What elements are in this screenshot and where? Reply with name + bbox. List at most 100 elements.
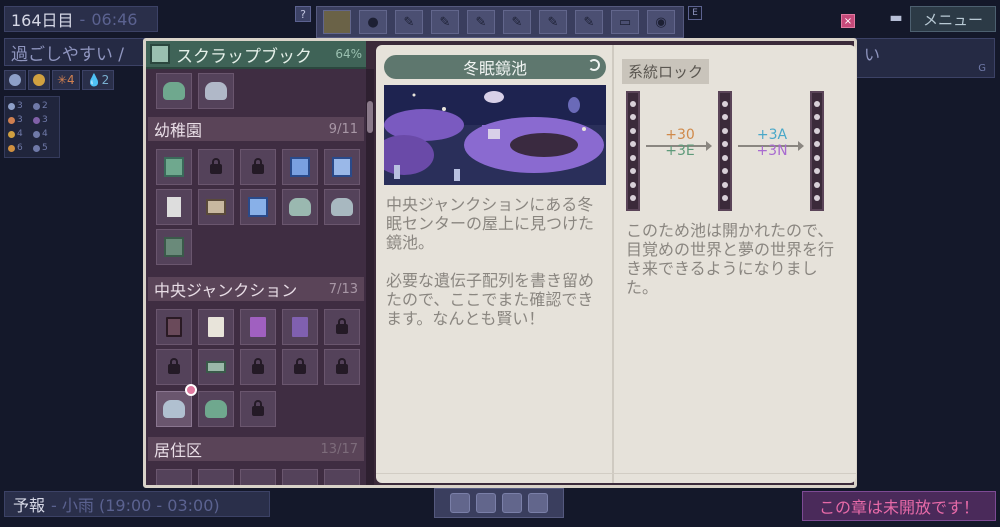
tool-slot-scythe[interactable]: ✎ — [575, 10, 603, 34]
entry-slot-frog-grey[interactable] — [198, 73, 234, 109]
entry-slot[interactable] — [198, 349, 234, 385]
category-residential[interactable]: 居住区 13/17 — [148, 437, 364, 461]
entry-slot[interactable] — [282, 189, 318, 225]
entry-slot[interactable] — [324, 189, 360, 225]
bottom-tool-4[interactable] — [528, 493, 548, 513]
gene-step-1-b: +3E — [665, 143, 695, 159]
entry-slot-locked[interactable] — [156, 349, 192, 385]
window-icon — [332, 157, 352, 177]
scrapbook-icon — [150, 44, 170, 64]
entry-slot[interactable] — [282, 149, 318, 185]
stat-water-value: 💧2 — [86, 73, 110, 87]
category-count: 9/11 — [328, 121, 358, 137]
forecast-label: 予報 — [13, 496, 46, 515]
weather-mood-banner: 過ごしやすい / — [4, 38, 164, 66]
icon-row — [156, 189, 360, 225]
stat-cold: ✳4 — [52, 70, 80, 90]
entry-slot-selected[interactable] — [156, 384, 197, 427]
entry-slot[interactable] — [198, 189, 234, 225]
right-banner-text: い — [864, 45, 881, 64]
lock-icon — [336, 318, 348, 334]
entry-slot[interactable] — [324, 149, 360, 185]
lock-icon — [294, 358, 306, 374]
sidebar-scroll-thumb[interactable] — [367, 101, 373, 133]
bottom-tool-1[interactable] — [450, 493, 470, 513]
purple-book-icon — [250, 317, 266, 337]
lineage-lock-label: 系統ロック — [622, 59, 710, 84]
e-key-hint: E — [688, 6, 702, 20]
save-icon[interactable]: ▬ — [886, 8, 906, 28]
menu-button[interactable]: メニュー — [910, 6, 996, 32]
entry-slot-locked[interactable] — [324, 349, 360, 385]
gene-sequence-start — [626, 91, 640, 211]
stat-water: 💧2 — [81, 70, 115, 90]
tool-slot-map[interactable] — [323, 10, 351, 34]
entry-slot[interactable] — [240, 309, 276, 345]
entry-slot-locked[interactable] — [282, 349, 318, 385]
lock-icon — [252, 400, 264, 416]
lock-icon — [210, 158, 222, 174]
entry-slot[interactable] — [198, 469, 234, 485]
moon-icon — [588, 59, 600, 71]
bottom-tool-3[interactable] — [502, 493, 522, 513]
mini-stat: 4 — [8, 128, 31, 140]
entry-slot-locked[interactable] — [240, 149, 276, 185]
entry-slot[interactable] — [156, 189, 192, 225]
entry-title-text: 冬眠鏡池 — [462, 59, 527, 78]
page-icon — [208, 317, 224, 337]
tool-slot-shovel[interactable]: ✎ — [395, 10, 423, 34]
snow-window-icon — [248, 197, 268, 217]
tool-slot-trowel[interactable]: ✎ — [503, 10, 531, 34]
entry-slot[interactable] — [240, 189, 276, 225]
entry-slot[interactable] — [156, 149, 192, 185]
entry-slot-locked[interactable] — [198, 149, 234, 185]
tool-slot-orb[interactable]: ◉ — [647, 10, 675, 34]
entry-slot[interactable] — [198, 391, 234, 427]
stat-sun — [28, 70, 50, 90]
scrapbook-progress: 64% — [335, 47, 362, 61]
entry-title: 冬眠鏡池 — [384, 55, 606, 79]
mini-stat: 3 — [8, 114, 31, 126]
entry-slot[interactable] — [282, 309, 318, 345]
entry-slot-locked[interactable] — [240, 349, 276, 385]
help-button[interactable]: ? — [295, 6, 311, 22]
entry-slot[interactable] — [156, 469, 192, 485]
entry-slot-frog-green[interactable] — [156, 73, 192, 109]
tool-slot-hammer[interactable]: ✎ — [467, 10, 495, 34]
tool-slot-device[interactable]: ▭ — [611, 10, 639, 34]
frog-icon — [205, 82, 227, 100]
entry-slot-locked[interactable] — [324, 309, 360, 345]
sun-icon — [33, 74, 45, 86]
pond-illustration — [384, 85, 606, 185]
entry-slot[interactable] — [156, 309, 192, 345]
frog-icon — [205, 400, 227, 418]
category-central-junction[interactable]: 中央ジャンクション 7/13 — [148, 277, 364, 301]
frog-icon — [163, 400, 185, 418]
entry-slot[interactable] — [198, 309, 234, 345]
tool-slot-axe[interactable]: ✎ — [431, 10, 459, 34]
icon-row — [156, 229, 192, 265]
entry-slot[interactable] — [240, 469, 276, 485]
tool-hotbar: ● ✎ ✎ ✎ ✎ ✎ ✎ ▭ ◉ — [316, 6, 684, 38]
bottom-tool-2[interactable] — [476, 493, 496, 513]
entry-slot-locked[interactable] — [240, 391, 276, 427]
entry-slot[interactable] — [282, 469, 318, 485]
weather-mood-text: 過ごしやすい / — [11, 44, 124, 65]
icon-row — [156, 384, 276, 427]
scrapbook-sidebar: スクラップブック 64% 幼稚園 9/11 中央ジャンクション 7/13 居住区… — [146, 41, 366, 485]
tool-slot-net[interactable]: ● — [359, 10, 387, 34]
page-bottom-edge — [376, 473, 856, 483]
mini-stat: 3 — [33, 114, 56, 126]
bottom-tool-bar — [434, 488, 564, 518]
close-button[interactable]: × — [841, 14, 855, 28]
entry-slot[interactable] — [156, 229, 192, 265]
entry-slot[interactable] — [324, 469, 360, 485]
lineage-lock-description: このため池は開かれたので、目覚めの世界と夢の世界を行き来できるようになりました。 — [626, 221, 835, 297]
category-kindergarten[interactable]: 幼稚園 9/11 — [148, 117, 364, 141]
icon-row — [156, 73, 234, 109]
tool-slot-brush[interactable]: ✎ — [539, 10, 567, 34]
icon-row — [156, 309, 360, 345]
lock-icon — [168, 358, 180, 374]
g-key-hint: G — [978, 63, 986, 74]
gene-step-2: +3A +3N — [752, 127, 792, 159]
